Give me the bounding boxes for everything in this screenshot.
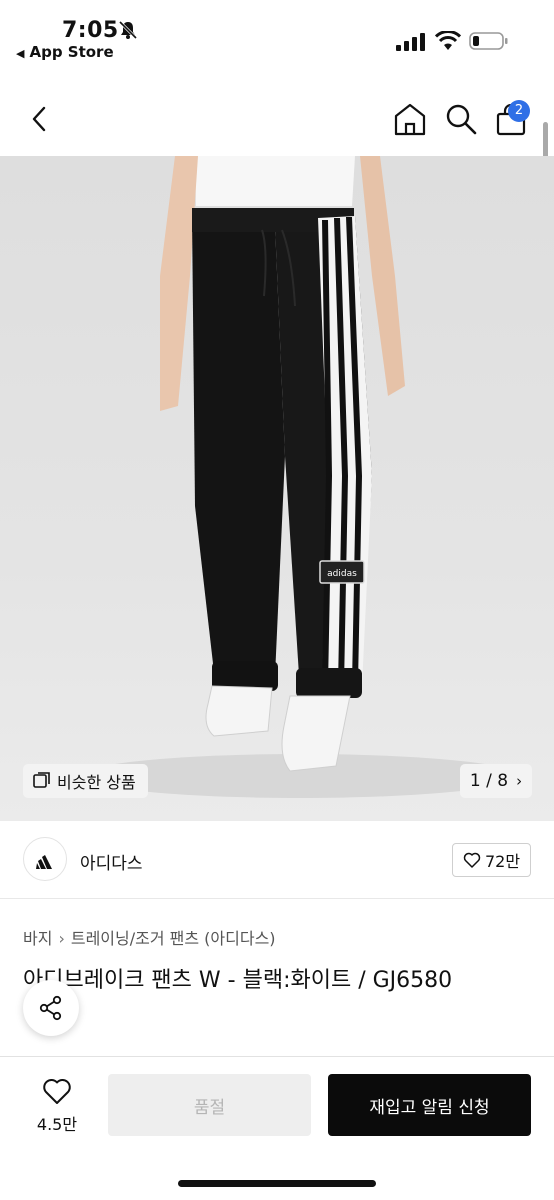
back-chevron-icon[interactable] <box>26 104 54 134</box>
restock-alert-button[interactable]: 재입고 알림 신청 <box>328 1074 531 1136</box>
breadcrumb-item[interactable]: 트레이닝/조거 팬츠 (아디다스) <box>71 929 276 948</box>
back-app-label: App Store <box>29 43 114 61</box>
heart-outline-icon <box>43 1078 71 1104</box>
home-icon[interactable] <box>392 102 428 136</box>
pager-count: 1 / 8 <box>469 771 509 791</box>
wishlist-button[interactable]: 4.5만 <box>30 1077 84 1139</box>
cart-count-badge: 2 <box>508 100 530 122</box>
image-pager[interactable]: 1 / 8 › <box>460 764 532 798</box>
product-photo-illustration: adidas <box>80 156 520 798</box>
breadcrumb-item[interactable]: 바지 <box>23 929 52 948</box>
bell-slash-icon <box>118 20 138 40</box>
top-navigation-bar <box>0 80 554 156</box>
search-icon[interactable] <box>444 102 478 136</box>
chevron-right-icon: › <box>58 929 65 948</box>
product-title: 아디브레이크 팬츠 W - 블랙:화이트 / GJ6580 <box>23 968 453 993</box>
brand-like-button[interactable]: 72만 <box>452 843 531 877</box>
similar-products-button[interactable]: 비슷한 상품 <box>23 764 148 798</box>
similar-products-label: 비슷한 상품 <box>57 773 136 792</box>
brand-name[interactable]: 아디다스 <box>80 849 143 874</box>
home-indicator <box>178 1180 376 1187</box>
adidas-logo-label: adidas <box>327 569 357 579</box>
back-triangle-icon: ◀ <box>16 47 25 60</box>
brand-row: 아디다스 72만 <box>0 821 554 899</box>
battery-icon <box>469 32 508 50</box>
status-bar: 7:05 ◀ App Store <box>0 0 554 80</box>
sold-out-button: 품절 <box>108 1074 311 1136</box>
wifi-icon <box>435 31 461 50</box>
share-button[interactable] <box>23 980 79 1036</box>
brand-logo[interactable] <box>23 837 67 881</box>
bottom-action-bar: 4.5만 품절 재입고 알림 신청 <box>0 1056 554 1200</box>
adidas-logo-icon <box>36 855 52 869</box>
share-icon <box>39 995 62 1021</box>
heart-outline-icon <box>463 852 481 868</box>
product-image[interactable]: adidas <box>0 156 554 821</box>
chevron-right-icon: › <box>516 772 523 790</box>
back-to-app-store[interactable]: ◀ App Store <box>16 43 114 61</box>
brand-like-count: 72만 <box>484 852 521 871</box>
breadcrumb: 바지 › 트레이닝/조거 팬츠 (아디다스) <box>23 925 276 949</box>
status-time: 7:05 <box>62 18 119 43</box>
wishlist-count: 4.5만 <box>36 1115 78 1134</box>
similar-items-icon <box>33 772 50 788</box>
signal-icon <box>396 33 425 51</box>
